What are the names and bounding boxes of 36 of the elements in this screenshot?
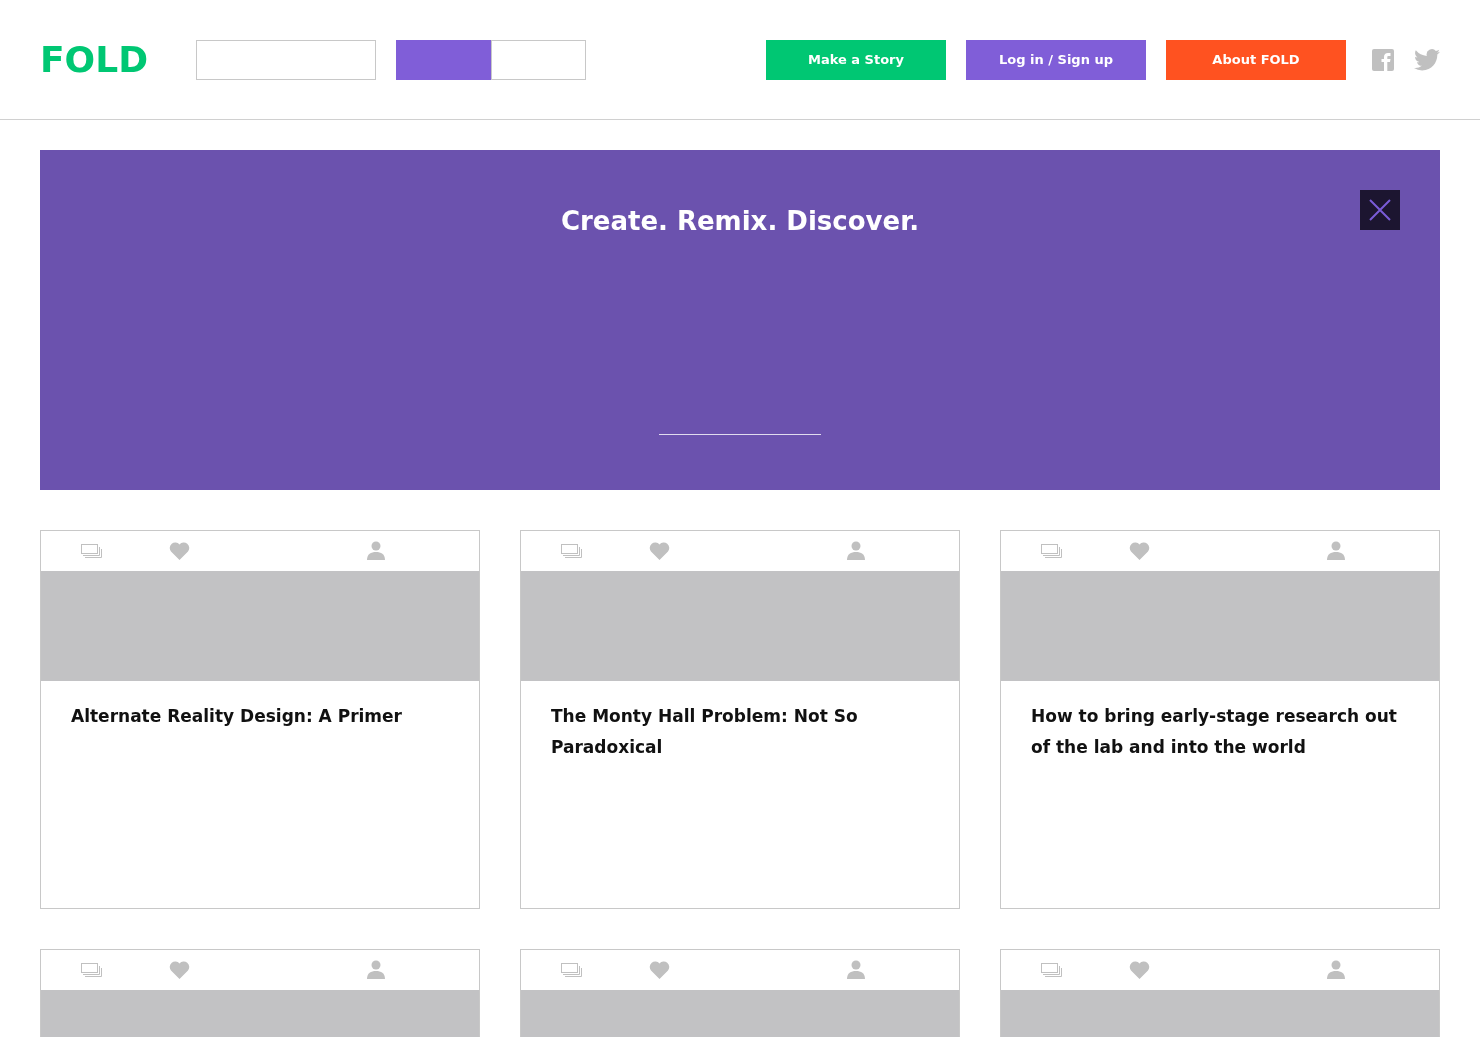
user-icon[interactable] bbox=[847, 541, 865, 560]
user-icon[interactable] bbox=[1327, 541, 1345, 560]
slides-icon bbox=[81, 544, 102, 559]
search-field[interactable] bbox=[196, 39, 376, 80]
slides-icon bbox=[1041, 544, 1062, 559]
slides-icon bbox=[561, 544, 582, 559]
slides-icon bbox=[1041, 963, 1062, 978]
story-title[interactable]: How to bring early-stage research out of the lab and into the world bbox=[1001, 681, 1439, 763]
close-icon bbox=[1369, 199, 1391, 221]
heart-icon[interactable] bbox=[169, 961, 190, 979]
heart-icon[interactable] bbox=[649, 542, 670, 560]
user-icon[interactable] bbox=[1327, 960, 1345, 979]
story-card[interactable]: How to bring early-stage research out of the lab and into the world bbox=[1000, 530, 1440, 909]
story-card[interactable] bbox=[1000, 949, 1440, 1037]
slides-icon bbox=[81, 963, 102, 978]
facebook-icon[interactable] bbox=[1372, 48, 1394, 71]
slides-icon bbox=[561, 963, 582, 978]
banner-title: Create. Remix. Discover. bbox=[560, 205, 920, 238]
heart-icon[interactable] bbox=[649, 961, 670, 979]
story-card[interactable]: Alternate Reality Design: A Primer bbox=[40, 530, 480, 909]
story-card[interactable]: The Monty Hall Problem: Not So Paradoxical bbox=[520, 530, 960, 909]
story-card[interactable] bbox=[40, 949, 480, 1037]
story-card[interactable] bbox=[520, 949, 960, 1037]
twitter-icon[interactable] bbox=[1414, 48, 1440, 71]
close-button[interactable] bbox=[1360, 190, 1400, 230]
heart-icon[interactable] bbox=[1129, 542, 1150, 560]
user-icon[interactable] bbox=[847, 960, 865, 979]
user-icon[interactable] bbox=[367, 541, 385, 560]
heart-icon[interactable] bbox=[1129, 961, 1150, 979]
toggle-segment[interactable] bbox=[396, 39, 491, 80]
heart-icon[interactable] bbox=[169, 542, 190, 560]
user-icon[interactable] bbox=[367, 960, 385, 979]
nav-button[interactable]: Log in / Sign up bbox=[966, 39, 1146, 80]
story-title[interactable]: Alternate Reality Design: A Primer bbox=[41, 681, 479, 732]
toggle-segment[interactable] bbox=[491, 39, 586, 80]
story-title[interactable]: The Monty Hall Problem: Not So Paradoxical bbox=[521, 681, 959, 763]
